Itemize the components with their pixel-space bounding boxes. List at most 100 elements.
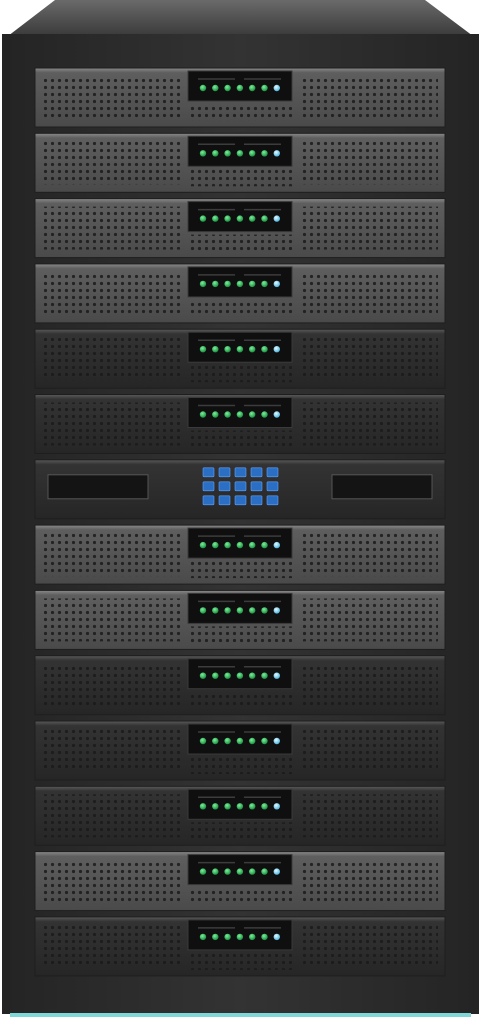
status-led-cyan <box>273 280 280 288</box>
server-unit <box>34 720 446 781</box>
vent-mesh-right <box>300 924 438 968</box>
status-led-cyan <box>273 868 280 875</box>
vent-mesh-right <box>300 859 438 903</box>
server-unit <box>34 851 446 912</box>
keypad-key <box>250 495 263 506</box>
status-led-green <box>249 803 256 810</box>
status-led-green <box>236 672 244 679</box>
status-led-green <box>261 868 268 875</box>
display-slot-left <box>47 474 149 500</box>
status-led-cyan <box>273 411 280 418</box>
keypad-key <box>234 467 247 478</box>
rack-base-accent <box>10 1013 471 1017</box>
status-led-green <box>224 541 231 549</box>
status-led-green <box>249 541 256 549</box>
vent-mesh-center <box>190 691 292 709</box>
status-led-green <box>236 411 244 418</box>
server-unit <box>34 328 446 389</box>
server-rack-illustration <box>2 0 479 1017</box>
status-led-green <box>199 84 207 92</box>
vent-mesh-left <box>44 533 184 577</box>
status-led-green <box>212 803 219 810</box>
status-led-green <box>249 346 256 353</box>
keypad-key <box>234 495 247 506</box>
status-led-green <box>199 672 207 679</box>
server-unit <box>34 263 446 324</box>
status-led-green <box>199 215 207 222</box>
keypad-key <box>234 481 247 492</box>
status-led-green <box>249 868 256 875</box>
vent-mesh-center <box>190 365 292 383</box>
vent-mesh-right <box>300 729 438 772</box>
vent-mesh-right <box>300 663 438 707</box>
status-led-green <box>249 411 256 418</box>
status-led-cyan <box>273 215 280 222</box>
status-led-green <box>261 541 268 549</box>
status-led-green <box>212 607 219 614</box>
status-led-green <box>224 215 231 222</box>
status-led-green <box>236 541 244 549</box>
vent-mesh-right <box>300 337 438 381</box>
status-led-green <box>212 933 219 941</box>
status-led-green <box>224 868 231 875</box>
status-led-green <box>249 737 256 745</box>
status-led-green <box>249 84 256 92</box>
status-led-green <box>261 280 268 288</box>
status-led-green <box>261 84 268 92</box>
vent-mesh-right <box>300 141 438 185</box>
status-led-green <box>236 737 244 745</box>
status-led-green <box>261 933 268 941</box>
status-led-green <box>224 803 231 810</box>
status-led-green <box>249 150 256 157</box>
vent-mesh-right <box>300 271 438 315</box>
vent-mesh-center <box>190 234 292 252</box>
vent-mesh-left <box>44 141 184 185</box>
status-led-green <box>199 803 207 810</box>
status-led-green <box>224 280 231 288</box>
keypad-key <box>266 495 279 506</box>
status-led-green <box>224 607 231 614</box>
status-led-green <box>212 84 219 92</box>
keypad-key <box>218 467 231 478</box>
status-led-green <box>261 803 268 810</box>
vent-mesh-center <box>190 626 292 644</box>
status-led-green <box>224 150 231 157</box>
status-led-green <box>236 933 244 941</box>
vent-mesh-right <box>300 794 438 838</box>
vent-mesh-center <box>190 887 292 905</box>
status-led-green <box>224 411 231 418</box>
status-led-green <box>249 280 256 288</box>
vent-mesh-right <box>300 76 438 119</box>
status-led-green <box>199 150 207 157</box>
status-led-green <box>261 215 268 222</box>
vent-mesh-center <box>190 104 292 121</box>
server-unit <box>34 785 446 846</box>
vent-mesh-right <box>300 402 438 446</box>
vent-mesh-center <box>190 952 292 970</box>
status-led-cyan <box>273 933 280 941</box>
server-unit <box>34 394 446 454</box>
keypad-key <box>218 495 231 506</box>
status-led-green <box>212 868 219 875</box>
status-led-green <box>236 84 244 92</box>
rack-top-cap <box>8 0 473 36</box>
status-led-green <box>249 215 256 222</box>
server-unit <box>34 589 446 650</box>
vent-mesh-left <box>44 337 184 381</box>
status-led-green <box>236 150 244 157</box>
status-led-green <box>224 346 231 353</box>
status-led-cyan <box>273 541 280 549</box>
status-led-green <box>261 672 268 679</box>
status-led-cyan <box>273 346 280 353</box>
vent-mesh-right <box>300 206 438 250</box>
status-led-green <box>199 346 207 353</box>
vent-mesh-left <box>44 402 184 446</box>
vent-mesh-left <box>44 598 184 642</box>
status-led-green <box>199 411 207 418</box>
vent-mesh-right <box>300 598 438 642</box>
status-led-green <box>236 868 244 875</box>
keypad-key <box>202 495 215 506</box>
server-unit <box>34 132 446 193</box>
vent-mesh-left <box>44 859 184 903</box>
vent-mesh-left <box>44 206 184 250</box>
